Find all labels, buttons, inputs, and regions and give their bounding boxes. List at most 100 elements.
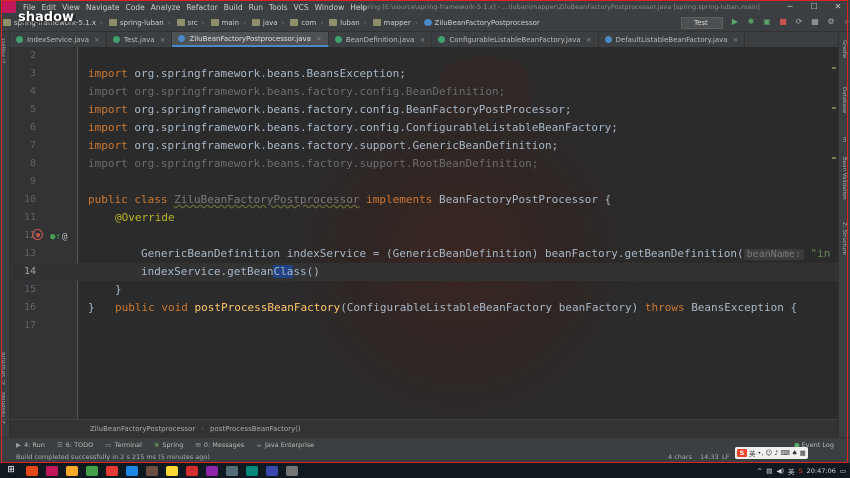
nav-crumb-java[interactable]: java › <box>249 19 287 27</box>
debug-icon[interactable]: ✱ <box>746 16 756 28</box>
menu-edit[interactable]: Edit <box>39 3 60 12</box>
status-message[interactable]: Build completed successfully in 2 s 215 … <box>16 453 210 461</box>
nav-crumb-project[interactable]: spring-framework-5.1.x › <box>0 19 106 27</box>
close-icon[interactable]: × <box>419 36 425 44</box>
tool-terminal[interactable]: ▭ Terminal <box>99 441 148 449</box>
favorites-tool-tab[interactable]: 2: Favorites <box>1 392 7 424</box>
taskbar-app-icon[interactable] <box>146 465 158 476</box>
tab-zilu-bean-factory-postprocessor[interactable]: ZiluBeanFactoryPostprocessor.java × <box>172 32 329 47</box>
taskbar-app-icon[interactable] <box>226 465 238 476</box>
menu-tools[interactable]: Tools <box>266 3 290 12</box>
code-editor[interactable]: 2 3 import org.springframework.beans.Bean… <box>10 47 838 419</box>
emoji-icon[interactable]: ☺ <box>765 449 772 457</box>
taskbar-app-icon[interactable] <box>206 465 218 476</box>
warning-marker[interactable] <box>832 67 836 69</box>
close-icon[interactable]: ✕ <box>826 0 850 14</box>
taskbar-app-icon[interactable] <box>186 465 198 476</box>
nav-crumb-luban[interactable]: luban › <box>326 19 369 27</box>
menu-analyze[interactable]: Analyze <box>148 3 184 12</box>
database-tool-tab[interactable]: Database <box>841 87 847 113</box>
taskbar-app-icon[interactable] <box>166 465 178 476</box>
override-method-icon[interactable]: ●↑ <box>50 228 61 246</box>
sogou-tray-icon[interactable]: S <box>799 467 803 475</box>
coverage-icon[interactable]: ▣ <box>762 16 772 28</box>
menu-code[interactable]: Code <box>123 3 148 12</box>
taskbar-app-icon[interactable] <box>246 465 258 476</box>
close-icon[interactable]: × <box>94 36 100 44</box>
taskbar-app-icon[interactable] <box>106 465 118 476</box>
taskbar-app-icon[interactable] <box>266 465 278 476</box>
nav-crumb-src[interactable]: src › <box>174 19 208 27</box>
notification-icon[interactable]: ▭ <box>840 467 846 475</box>
nav-crumb-main[interactable]: main › <box>208 19 249 27</box>
taskbar-app-icon[interactable] <box>126 465 138 476</box>
nav-crumb-mapper[interactable]: mapper › <box>370 19 421 27</box>
menu-vcs[interactable]: VCS <box>290 3 311 12</box>
structure-icon[interactable]: ▦ <box>810 16 820 28</box>
taskbar-app-icon[interactable] <box>286 465 298 476</box>
line-number: 15 <box>23 284 36 295</box>
punctuation-icon[interactable]: •, <box>758 449 764 457</box>
tab-default-listable-bean-factory[interactable]: DefaultListableBeanFactory.java × <box>599 32 746 47</box>
microphone-icon[interactable]: ♪ <box>774 449 778 457</box>
nav-crumb-class[interactable]: ZiluBeanFactoryPostprocessor <box>421 19 543 27</box>
volume-icon[interactable]: ◀) <box>776 467 784 475</box>
chevron-up-icon[interactable]: ^ <box>757 467 762 475</box>
maven-tool-tab[interactable]: m <box>841 137 847 142</box>
maximize-icon[interactable]: ☐ <box>802 0 826 14</box>
warning-marker[interactable] <box>832 157 836 159</box>
nav-crumb-com[interactable]: com › <box>287 19 326 27</box>
breakpoint-icon[interactable] <box>32 229 43 240</box>
intellij-icon[interactable] <box>46 465 58 476</box>
toolbox-icon[interactable]: ▦ <box>800 449 806 457</box>
tab-configurable-listable-bean-factory[interactable]: ConfigurableListableBeanFactory.java × <box>432 32 599 47</box>
chrome-icon[interactable] <box>86 465 98 476</box>
structure-right-tool-tab[interactable]: Z: Structure <box>841 222 847 255</box>
close-icon[interactable]: × <box>316 35 322 43</box>
run-icon[interactable]: ▶ <box>730 16 740 28</box>
caret-position[interactable]: 14:33 <box>700 451 719 463</box>
close-icon[interactable]: × <box>586 36 592 44</box>
run-config-select[interactable]: Test <box>681 17 723 29</box>
tool-messages[interactable]: ✉ 0: Messages <box>189 441 250 449</box>
close-icon[interactable]: × <box>733 36 739 44</box>
tool-todo[interactable]: ☰ 6: TODO <box>51 441 99 449</box>
settings-icon[interactable]: ⚙ <box>826 16 836 28</box>
minimize-icon[interactable]: ─ <box>778 0 802 14</box>
breadcrumb-class[interactable]: ZiluBeanFactoryPostprocessor <box>90 425 195 433</box>
tab-bean-definition[interactable]: BeanDefinition.java × <box>329 32 433 47</box>
structure-tool-tab[interactable]: Z: Structure <box>1 352 7 385</box>
keyboard-icon[interactable]: ⌨ <box>780 449 789 457</box>
taskbar-app-icon[interactable] <box>26 465 38 476</box>
close-icon[interactable]: × <box>160 36 166 44</box>
skin-icon[interactable]: ♠ <box>792 449 798 457</box>
search-icon[interactable]: ⌕ <box>842 16 850 28</box>
windows-start-icon[interactable]: ⊞ <box>4 465 18 476</box>
gradle-tool-tab[interactable]: Gradle <box>841 40 847 58</box>
nav-crumb-module[interactable]: spring-luban › <box>106 19 174 27</box>
folder-icon[interactable] <box>66 465 78 476</box>
menu-run[interactable]: Run <box>246 3 266 12</box>
project-tool-tab[interactable]: 1: Project <box>1 38 7 64</box>
menu-build[interactable]: Build <box>221 3 246 12</box>
stop-icon[interactable]: ■ <box>778 16 788 28</box>
clock[interactable]: 20:47:06 <box>807 467 836 475</box>
tool-spring[interactable]: ❦ Spring <box>148 441 189 449</box>
menu-view[interactable]: View <box>59 3 83 12</box>
input-language[interactable]: 英 <box>788 466 795 476</box>
ime-mode[interactable]: 英 <box>749 448 756 458</box>
tab-index-service[interactable]: IndexService.java × <box>10 32 107 47</box>
warning-marker[interactable] <box>832 107 836 109</box>
menu-window[interactable]: Window <box>312 3 348 12</box>
tool-java-enterprise[interactable]: ☕ Java Enterprise <box>250 441 320 449</box>
menu-navigate[interactable]: Navigate <box>83 3 123 12</box>
network-icon[interactable]: ▤ <box>766 467 772 475</box>
bean-validation-tool-tab[interactable]: Bean Validation <box>841 157 847 200</box>
menu-file[interactable]: File <box>20 3 39 12</box>
breadcrumb-method[interactable]: postProcessBeanFactory() <box>210 425 301 433</box>
update-icon[interactable]: ⟳ <box>794 16 804 28</box>
line-separator[interactable]: LF <box>722 451 729 463</box>
tool-run[interactable]: ▶ 4: Run <box>10 441 51 449</box>
tab-test[interactable]: Test.java × <box>107 32 173 47</box>
menu-refactor[interactable]: Refactor <box>183 3 220 12</box>
